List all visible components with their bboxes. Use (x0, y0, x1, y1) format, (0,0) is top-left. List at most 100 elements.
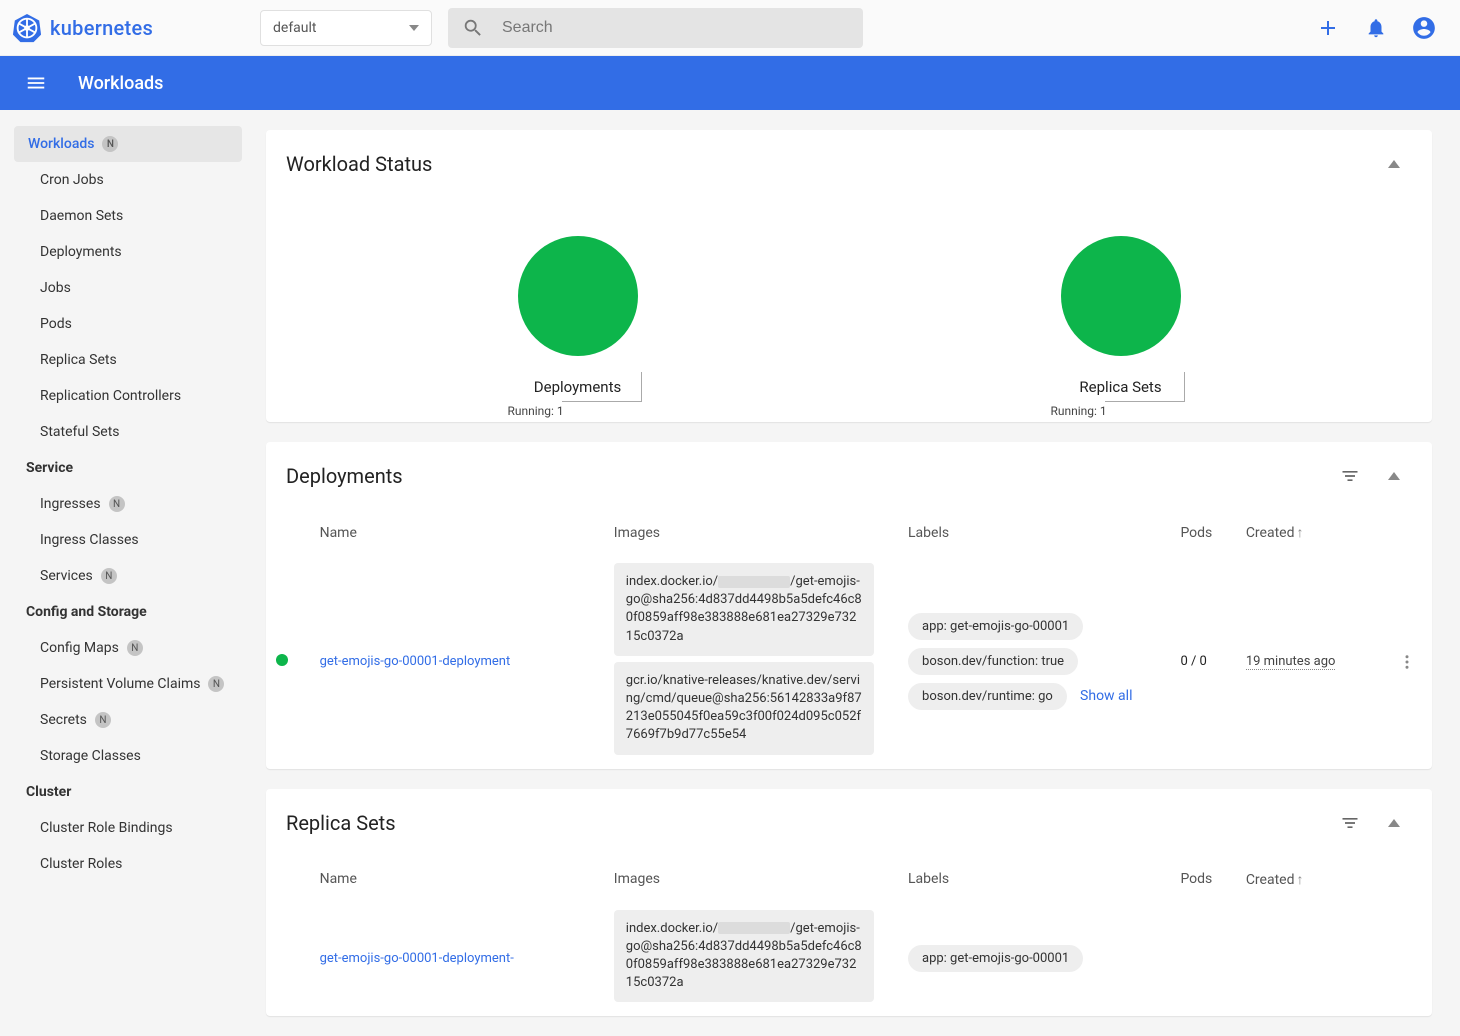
redacted-text (718, 576, 790, 588)
search-box[interactable] (448, 8, 863, 48)
deployment-link[interactable]: get-emojis-go-00001-deployment (320, 654, 511, 669)
col-name[interactable]: Name (310, 510, 604, 555)
sidebar-item-label: Storage Classes (40, 748, 141, 764)
sidebar-item-label: Cluster Role Bindings (40, 820, 173, 836)
sidebar-item-secrets[interactable]: Secrets N (14, 702, 242, 738)
replicasets-table: Name Images Labels Pods Created↑ get-emo… (266, 857, 1432, 1017)
menu-toggle-button[interactable] (16, 63, 56, 103)
filter-button[interactable] (1332, 458, 1368, 494)
sidebar-item-ingress-classes[interactable]: Ingress Classes (14, 522, 242, 558)
replicasets-card: Replica Sets Name Images Labels Pods Cre… (266, 789, 1432, 1017)
sidebar-item-cluster-role-bindings[interactable]: Cluster Role Bindings (14, 810, 242, 846)
sidebar-item-label: Stateful Sets (40, 424, 120, 440)
sidebar-item-replica-sets[interactable]: Replica Sets (14, 342, 242, 378)
sidebar-item-daemon-sets[interactable]: Daemon Sets (14, 198, 242, 234)
card-title: Deployments (286, 464, 1324, 488)
collapse-button[interactable] (1376, 458, 1412, 494)
namespace-badge: N (95, 712, 111, 728)
sidebar-heading-config: Config and Storage (14, 594, 242, 630)
search-input[interactable] (502, 19, 849, 37)
col-labels[interactable]: Labels (898, 857, 1170, 902)
sidebar-item-label: Replication Controllers (40, 388, 181, 404)
account-button[interactable] (1400, 4, 1448, 52)
image-digest: index.docker.io//get-emojis-go@sha256:4d… (614, 563, 874, 656)
chart-deployments: Running: 1 Deployments (358, 234, 798, 396)
pods-count: 0 / 0 (1170, 555, 1235, 769)
dropdown-icon (409, 25, 419, 31)
row-actions-button[interactable] (1388, 555, 1432, 769)
namespace-badge: N (127, 640, 143, 656)
sidebar-item-pods[interactable]: Pods (14, 306, 242, 342)
sidebar-item-jobs[interactable]: Jobs (14, 270, 242, 306)
namespace-badge: N (208, 676, 224, 692)
image-digest: gcr.io/knative-releases/knative.dev/serv… (614, 662, 874, 755)
sort-asc-icon: ↑ (1296, 525, 1303, 541)
sidebar-item-stateful-sets[interactable]: Stateful Sets (14, 414, 242, 450)
filter-button[interactable] (1332, 805, 1368, 841)
sidebar-item-ingresses[interactable]: IngressesN (14, 486, 242, 522)
breadcrumb: Workloads (78, 73, 163, 94)
table-row: get-emojis-go-00001-deployment- index.do… (266, 902, 1432, 1017)
chart-running-label: Running: 1 (1051, 404, 1107, 418)
show-all-labels-link[interactable]: Show all (1080, 688, 1132, 704)
sort-asc-icon: ↑ (1296, 872, 1303, 888)
card-title: Replica Sets (286, 811, 1324, 835)
col-pods[interactable]: Pods (1170, 857, 1235, 902)
label-chip: boson.dev/function: true (908, 648, 1078, 675)
secondary-toolbar: Workloads (0, 56, 1460, 110)
sidebar-item-label: Cron Jobs (40, 172, 104, 188)
kubernetes-logo-icon (12, 13, 42, 43)
namespace-select[interactable]: default (260, 10, 432, 46)
namespace-badge: N (109, 496, 125, 512)
main-content: Workload Status Running: 1 Deployments R… (256, 110, 1460, 1036)
notifications-button[interactable] (1352, 4, 1400, 52)
sidebar-item-services[interactable]: ServicesN (14, 558, 242, 594)
sidebar-item-label: Pods (40, 316, 72, 332)
sidebar-item-label: Ingress Classes (40, 532, 139, 548)
sidebar-item-label: Secrets (40, 712, 87, 728)
collapse-button[interactable] (1376, 146, 1412, 182)
sidebar-item-label: Services (40, 568, 93, 584)
col-name[interactable]: Name (310, 857, 604, 902)
namespace-badge: N (102, 136, 118, 152)
top-app-bar: kubernetes default (0, 0, 1460, 56)
sidebar-item-label: Persistent Volume Claims (40, 676, 200, 692)
label-chip: app: get-emojis-go-00001 (908, 613, 1083, 640)
sidebar-item-workloads[interactable]: Workloads N (14, 126, 242, 162)
sidebar-item-label: Jobs (40, 280, 71, 296)
col-images[interactable]: Images (604, 510, 898, 555)
sidebar-item-label: Config Maps (40, 640, 119, 656)
sidebar-item-replication-controllers[interactable]: Replication Controllers (14, 378, 242, 414)
sidebar-item-cluster-roles[interactable]: Cluster Roles (14, 846, 242, 882)
status-running-icon (276, 654, 288, 666)
label-chip: app: get-emojis-go-00001 (908, 945, 1083, 972)
sidebar-heading-cluster: Cluster (14, 774, 242, 810)
sidebar-item-persistent-volume-claims[interactable]: Persistent Volume Claims N (14, 666, 242, 702)
card-title: Workload Status (286, 152, 1368, 176)
sidebar-item-cron-jobs[interactable]: Cron Jobs (14, 162, 242, 198)
chart-replicasets: Running: 1 Replica Sets (901, 234, 1341, 396)
sidebar-item-label: Workloads (28, 136, 94, 152)
replicaset-link[interactable]: get-emojis-go-00001-deployment- (320, 951, 514, 966)
sidebar-item-label: Daemon Sets (40, 208, 123, 224)
col-pods[interactable]: Pods (1170, 510, 1235, 555)
brand-logo[interactable]: kubernetes (12, 13, 260, 43)
sidebar-heading-service: Service (14, 450, 242, 486)
sidebar-item-config-maps[interactable]: Config Maps N (14, 630, 242, 666)
col-created[interactable]: Created↑ (1236, 510, 1389, 555)
sidebar: Workloads N Cron Jobs Daemon Sets Deployme… (0, 110, 256, 1036)
chart-running-label: Running: 1 (508, 404, 564, 418)
search-icon (462, 17, 484, 39)
col-created[interactable]: Created↑ (1236, 857, 1389, 902)
sidebar-item-deployments[interactable]: Deployments (14, 234, 242, 270)
sidebar-item-storage-classes[interactable]: Storage Classes (14, 738, 242, 774)
deployments-table: Name Images Labels Pods Created↑ get-emo… (266, 510, 1432, 769)
collapse-button[interactable] (1376, 805, 1412, 841)
create-button[interactable] (1304, 4, 1352, 52)
image-digest: index.docker.io//get-emojis-go@sha256:4d… (614, 910, 874, 1003)
namespace-value: default (273, 20, 317, 36)
col-images[interactable]: Images (604, 857, 898, 902)
brand-name: kubernetes (50, 16, 153, 40)
redacted-text (718, 922, 790, 934)
col-labels[interactable]: Labels (898, 510, 1170, 555)
